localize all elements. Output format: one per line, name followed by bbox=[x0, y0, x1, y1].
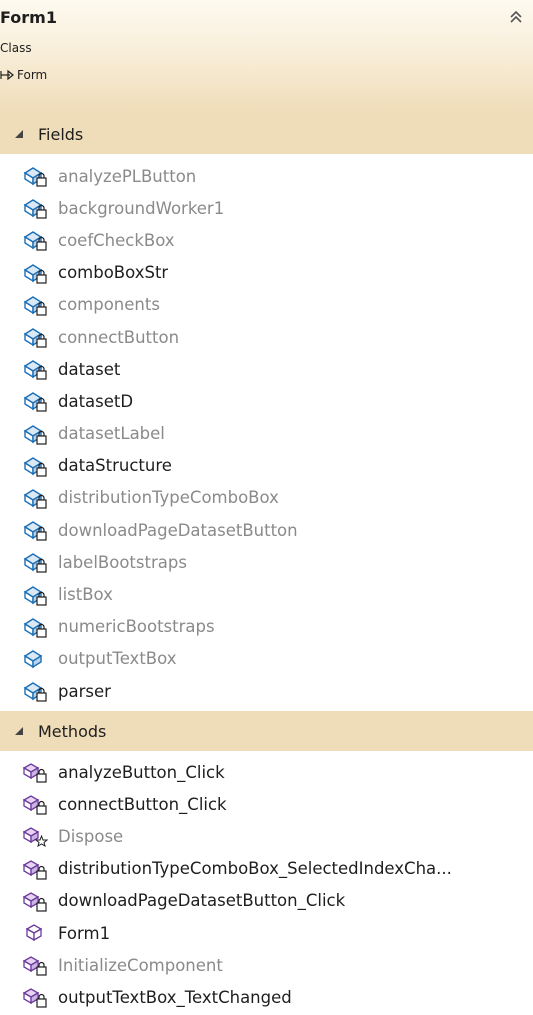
methods-list: analyzeButton_Click connectButton_Click Di… bbox=[0, 756, 533, 1014]
field-item-label: backgroundWorker1 bbox=[58, 198, 225, 218]
field-item-label: distributionTypeComboBox bbox=[58, 488, 279, 508]
method-private-icon bbox=[22, 858, 48, 880]
method-item-label: Dispose bbox=[58, 826, 124, 846]
field-item-label: downloadPageDatasetButton bbox=[58, 520, 298, 540]
field-item[interactable]: comboBoxStr bbox=[0, 257, 533, 289]
method-item-label: Form1 bbox=[58, 923, 111, 943]
method-item[interactable]: analyzeButton_Click bbox=[0, 756, 533, 788]
field-private-icon bbox=[22, 326, 48, 348]
field-item-label: listBox bbox=[58, 585, 113, 605]
base-type-row[interactable]: Form bbox=[0, 66, 47, 84]
method-item-label: distributionTypeComboBox_SelectedIndexCh… bbox=[58, 859, 452, 879]
method-private-icon bbox=[22, 793, 48, 815]
section-header-fields[interactable]: Fields bbox=[0, 114, 533, 154]
field-item-label: comboBoxStr bbox=[58, 263, 169, 283]
base-type-label: Form bbox=[17, 68, 48, 82]
field-private-icon bbox=[22, 165, 48, 187]
field-item-label: dataset bbox=[58, 359, 121, 379]
method-item[interactable]: downloadPageDatasetButton_Click bbox=[0, 885, 533, 917]
expand-triangle-icon bbox=[15, 727, 23, 735]
field-item-label: datasetLabel bbox=[58, 424, 165, 444]
field-private-icon bbox=[22, 358, 48, 380]
field-item[interactable]: datasetD bbox=[0, 385, 533, 417]
field-item[interactable]: parser bbox=[0, 675, 533, 707]
method-item[interactable]: connectButton_Click bbox=[0, 788, 533, 820]
class-header: Form1 Class Form bbox=[0, 0, 533, 114]
field-item-label: connectButton bbox=[58, 327, 180, 347]
method-private-icon bbox=[22, 761, 48, 783]
field-private-icon bbox=[22, 584, 48, 606]
field-item[interactable]: dataset bbox=[0, 353, 533, 385]
field-private-icon bbox=[22, 262, 48, 284]
field-item[interactable]: downloadPageDatasetButton bbox=[0, 514, 533, 546]
method-item-label: outputTextBox_TextChanged bbox=[58, 987, 292, 1007]
field-item[interactable]: labelBootstraps bbox=[0, 546, 533, 578]
field-private-icon bbox=[22, 294, 48, 316]
constructor-icon bbox=[22, 922, 48, 944]
field-private-icon bbox=[22, 455, 48, 477]
field-item-label: numericBootstraps bbox=[58, 617, 215, 637]
field-item[interactable]: distributionTypeComboBox bbox=[0, 482, 533, 514]
inheritance-arrow-icon bbox=[0, 69, 14, 81]
field-item-label: parser bbox=[58, 681, 111, 701]
field-private-icon bbox=[22, 487, 48, 509]
field-item[interactable]: listBox bbox=[0, 578, 533, 610]
method-protected-icon bbox=[22, 825, 49, 848]
method-item-label: analyzeButton_Click bbox=[58, 762, 225, 782]
field-item-label: dataStructure bbox=[58, 456, 172, 476]
field-item-label: components bbox=[58, 295, 160, 315]
method-item[interactable]: Dispose bbox=[0, 820, 533, 852]
method-item-label: InitializeComponent bbox=[58, 955, 223, 975]
collapse-chevron-up-icon[interactable] bbox=[507, 8, 525, 26]
field-item-label: labelBootstraps bbox=[58, 552, 187, 572]
field-private-icon bbox=[22, 197, 48, 219]
fields-list: analyzePLButton backgroundWorker1 coefChec… bbox=[0, 160, 533, 707]
field-item[interactable]: dataStructure bbox=[0, 450, 533, 482]
field-private-icon bbox=[22, 390, 48, 413]
method-private-icon bbox=[22, 986, 48, 1009]
field-item[interactable]: analyzePLButton bbox=[0, 160, 533, 192]
method-private-icon bbox=[22, 954, 48, 976]
field-item-label: outputTextBox bbox=[58, 649, 177, 669]
field-private-icon bbox=[22, 423, 48, 445]
field-private-icon bbox=[22, 616, 48, 638]
field-item[interactable]: datasetLabel bbox=[0, 418, 533, 450]
field-private-icon bbox=[22, 519, 48, 541]
field-item[interactable]: backgroundWorker1 bbox=[0, 192, 533, 224]
section-header-methods[interactable]: Methods bbox=[0, 711, 533, 751]
field-item[interactable]: numericBootstraps bbox=[0, 611, 533, 643]
field-private-icon bbox=[22, 229, 48, 252]
method-item[interactable]: Form1 bbox=[0, 917, 533, 949]
field-item[interactable]: coefCheckBox bbox=[0, 224, 533, 256]
field-item-label: coefCheckBox bbox=[58, 230, 175, 250]
method-item-label: downloadPageDatasetButton_Click bbox=[58, 891, 346, 911]
field-item-label: datasetD bbox=[58, 391, 134, 411]
expand-triangle-icon bbox=[15, 130, 23, 138]
section-title-methods: Methods bbox=[38, 721, 107, 741]
field-private-icon bbox=[22, 680, 48, 702]
field-item-label: analyzePLButton bbox=[58, 166, 197, 186]
class-name: Form1 bbox=[0, 8, 57, 27]
method-private-icon bbox=[22, 890, 48, 912]
field-item[interactable]: connectButton bbox=[0, 321, 533, 353]
field-item[interactable]: outputTextBox bbox=[0, 643, 533, 675]
method-item-label: connectButton_Click bbox=[58, 794, 227, 814]
field-item[interactable]: components bbox=[0, 289, 533, 321]
method-item[interactable]: outputTextBox_TextChanged bbox=[0, 981, 533, 1013]
field-public-icon bbox=[22, 648, 48, 670]
section-title-fields: Fields bbox=[38, 124, 84, 144]
field-private-icon bbox=[22, 551, 48, 573]
method-item[interactable]: distributionTypeComboBox_SelectedIndexCh… bbox=[0, 853, 533, 885]
method-item[interactable]: InitializeComponent bbox=[0, 949, 533, 981]
class-kind: Class bbox=[0, 41, 32, 55]
